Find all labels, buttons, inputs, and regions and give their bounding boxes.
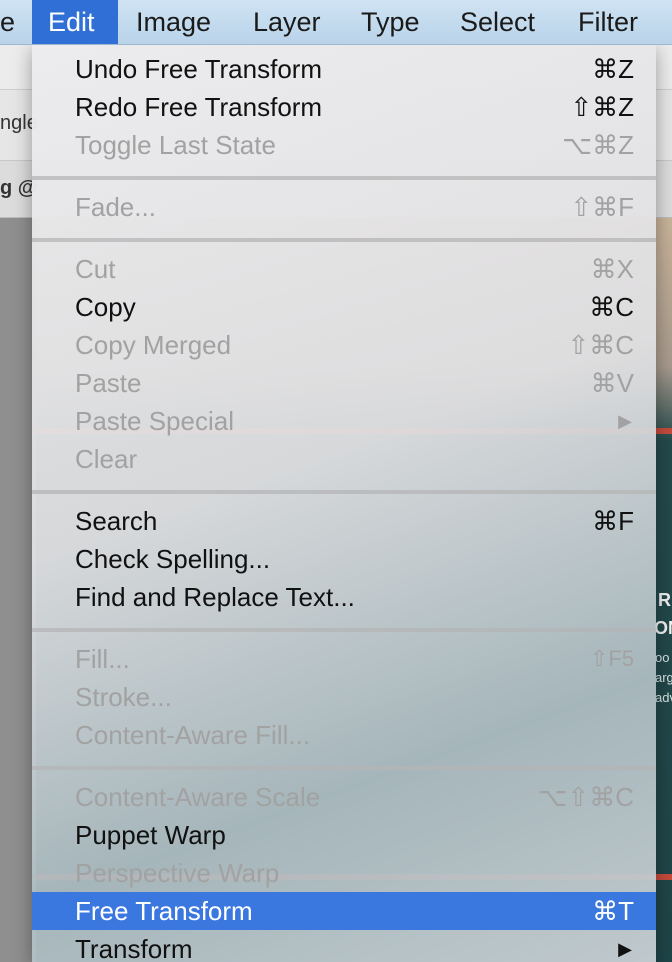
menu-item-label: Puppet Warp — [75, 820, 226, 850]
menu-separator — [32, 176, 656, 180]
menu-item-shortcut: ⌘Z — [592, 54, 634, 84]
edit-menu: Undo Free Transform ⌘Z Redo Free Transfo… — [32, 44, 656, 962]
menu-item-shortcut: ⌘T — [592, 896, 634, 926]
menu-bar: e Edit Image Layer Type Select Filter — [0, 0, 672, 45]
menu-item-shortcut: ⇧⌘F — [570, 192, 634, 222]
menu-select[interactable]: Select — [444, 0, 551, 44]
menu-item-fill: Fill... ⇧F5 — [32, 640, 656, 678]
menu-item-shortcut: ⌘X — [590, 254, 634, 284]
menu-filter[interactable]: Filter — [562, 0, 654, 44]
menu-item-label: Undo Free Transform — [75, 54, 323, 84]
menu-item-transform[interactable]: Transform ▶ — [32, 930, 656, 962]
canvas-heading: R — [658, 590, 671, 610]
menu-item-paste-special: Paste Special ▶ — [32, 402, 656, 440]
menu-item-cut: Cut ⌘X — [32, 250, 656, 288]
menu-item-redo-free-transform[interactable]: Redo Free Transform ⇧⌘Z — [32, 88, 656, 126]
menu-item-check-spelling[interactable]: Check Spelling... — [32, 540, 656, 578]
menu-item-paste: Paste ⌘V — [32, 364, 656, 402]
menu-item-label: Free Transform — [75, 896, 253, 926]
menu-item-label: Copy — [75, 292, 136, 322]
menu-item-shortcut: ⌘V — [590, 368, 634, 398]
menu-item-label: Paste Special — [75, 406, 234, 436]
menu-item-search[interactable]: Search ⌘F — [32, 502, 656, 540]
tools-panel — [0, 218, 36, 962]
menu-item-free-transform[interactable]: Free Transform ⌘T — [32, 892, 656, 930]
submenu-arrow-icon: ▶ — [618, 939, 632, 959]
menu-item-label: Check Spelling... — [75, 544, 271, 574]
menu-item-shortcut: ⌘C — [589, 292, 634, 322]
menu-item-shortcut: ⌘F — [592, 506, 634, 536]
menu-separator — [32, 628, 656, 632]
menu-item-toggle-last-state: Toggle Last State ⌥⌘Z — [32, 126, 656, 164]
menu-item-label: Perspective Warp — [75, 858, 280, 888]
menu-item-fade: Fade... ⇧⌘F — [32, 188, 656, 226]
menu-item-stroke: Stroke... — [32, 678, 656, 716]
menu-item-shortcut: ⇧⌘C — [567, 330, 634, 360]
menu-item-copy-merged: Copy Merged ⇧⌘C — [32, 326, 656, 364]
menu-item-label: Copy Merged — [75, 330, 232, 360]
menu-item-shortcut: ⇧F5 — [589, 646, 634, 671]
canvas-text: adv — [655, 690, 672, 705]
menu-item-shortcut: ⇧⌘Z — [570, 92, 634, 122]
menu-image[interactable]: Image — [120, 0, 227, 44]
menu-type[interactable]: Type — [345, 0, 436, 44]
canvas-text: arg — [655, 670, 672, 685]
menu-item-label: Content-Aware Scale — [75, 782, 321, 812]
menu-item-label: Find and Replace Text... — [75, 582, 355, 612]
menu-item-find-replace-text[interactable]: Find and Replace Text... — [32, 578, 656, 616]
canvas-text: oo — [655, 650, 670, 665]
menu-item-perspective-warp: Perspective Warp — [32, 854, 656, 892]
submenu-arrow-icon: ▶ — [618, 411, 632, 431]
menu-item-label: Toggle Last State — [75, 130, 276, 160]
menu-item-puppet-warp[interactable]: Puppet Warp — [32, 816, 656, 854]
menu-item-label: Clear — [75, 444, 138, 474]
menu-item-label: Fade... — [75, 192, 156, 222]
menu-item-label: Transform — [75, 934, 193, 962]
menu-item-label: Redo Free Transform — [75, 92, 323, 122]
menu-file-partial[interactable]: e — [0, 0, 31, 44]
menu-item-label: Search — [75, 506, 158, 536]
menu-separator — [32, 238, 656, 242]
menu-layer[interactable]: Layer — [237, 0, 337, 44]
menu-edit[interactable]: Edit — [32, 0, 118, 44]
menu-item-label: Cut — [75, 254, 116, 284]
menu-item-label: Paste — [75, 368, 142, 398]
menu-item-label: Stroke... — [75, 682, 172, 712]
menu-item-clear: Clear — [32, 440, 656, 478]
menu-separator — [32, 490, 656, 494]
menu-item-shortcut: ⌥⌘Z — [562, 130, 634, 160]
menu-item-undo-free-transform[interactable]: Undo Free Transform ⌘Z — [32, 50, 656, 88]
menu-item-copy[interactable]: Copy ⌘C — [32, 288, 656, 326]
menu-item-label: Content-Aware Fill... — [75, 720, 311, 750]
menu-item-label: Fill... — [75, 644, 130, 674]
canvas-heading: ON — [654, 618, 672, 638]
menu-item-content-aware-scale: Content-Aware Scale ⌥⇧⌘C — [32, 778, 656, 816]
menu-item-shortcut: ⌥⇧⌘C — [537, 782, 634, 812]
menu-separator — [32, 766, 656, 770]
menu-item-content-aware-fill: Content-Aware Fill... — [32, 716, 656, 754]
